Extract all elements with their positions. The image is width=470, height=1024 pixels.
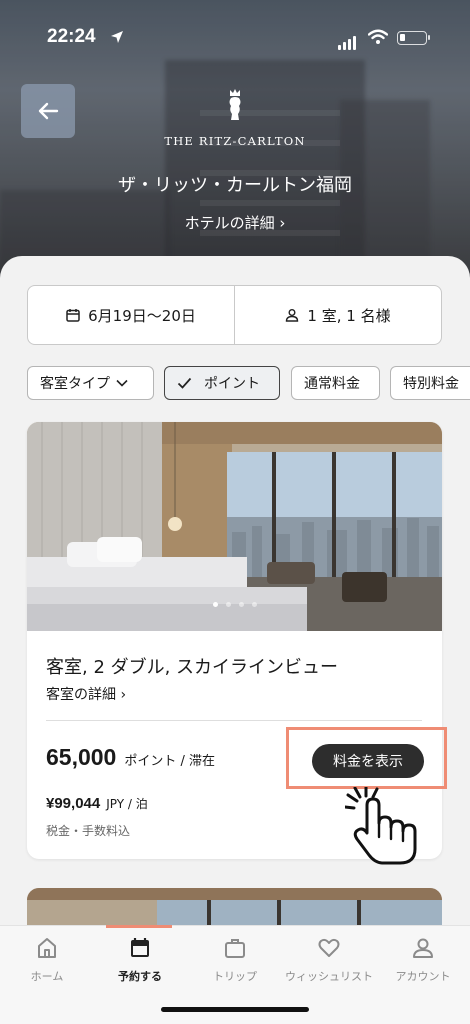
guest-selector[interactable]: 1 室, 1 名様 [234,286,441,344]
tab-label: ホーム [30,970,64,983]
tab-label: ウィッシュリスト [285,970,373,983]
checkmark-icon [177,377,192,389]
brand-logo: THE RITZ-CARLTON [150,88,320,148]
tab-account[interactable]: アカウント [376,936,470,984]
filter-standard-rate[interactable]: 通常料金 [291,366,380,400]
tax-note: 税金・手数料込 [46,824,131,838]
tab-label: 予約する [118,970,162,983]
points-unit: ポイント / 滞在 [124,754,216,769]
status-time: 22:24 [47,26,96,47]
tab-trips[interactable]: トリップ [188,936,282,984]
cash-value: ¥99,044 [46,795,101,812]
hotel-name: ザ・リッツ・カールトン福岡 [118,175,352,196]
chevron-down-icon [116,379,128,387]
tab-label: アカウント [395,970,451,983]
dates-label: 6月19日〜20日 [88,306,196,325]
filter-label: 特別料金 [403,376,459,392]
points-price: 65,000 ポイント / 滞在 [46,744,215,771]
status-bar: 22:24 [0,26,470,52]
home-icon [38,938,56,958]
calendar-icon [131,938,149,957]
home-indicator[interactable] [161,1007,309,1012]
wifi-icon [368,29,388,44]
filter-room-type[interactable]: 客室タイプ [27,366,154,400]
filter-chips: 客室タイプ ポイント 通常料金 特別料金 [27,366,470,402]
lion-crest-icon [229,89,241,120]
arrow-left-icon [38,102,59,120]
guests-label: 1 室, 1 名様 [307,306,391,325]
tab-home[interactable]: ホーム [0,936,94,984]
tap-hand-icon [345,787,417,865]
filter-label: 客室タイプ [40,376,110,392]
filter-points[interactable]: ポイント [164,366,280,400]
heart-icon [318,938,340,957]
filter-special-rate[interactable]: 特別料金 [390,366,470,400]
room-details-link[interactable]: 客室の詳細 › [46,684,126,704]
date-selector[interactable]: 6月19日〜20日 [28,286,234,344]
tab-book[interactable]: 予約する [93,936,187,984]
highlight-callout [286,727,447,789]
cellular-signal-icon [338,31,358,50]
person-icon [286,309,299,322]
tab-label: トリップ [213,970,257,983]
points-value: 65,000 [46,744,117,770]
active-tab-indicator [106,925,172,928]
divider [46,720,422,721]
calendar-icon [66,309,80,322]
booking-search-bar: 6月19日〜20日 1 室, 1 名様 [27,285,442,345]
filter-label: 通常料金 [304,376,360,392]
tab-wishlist[interactable]: ウィッシュリスト [282,936,376,984]
battery-icon [397,31,430,45]
filter-label: ポイント [204,376,260,392]
location-arrow-icon [111,31,123,43]
room-photo[interactable] [27,422,442,631]
cash-price: ¥99,044 JPY / 泊 [46,795,148,812]
cash-unit: JPY / 泊 [106,797,148,811]
back-button[interactable] [21,84,75,138]
hotel-details-link[interactable]: ホテルの詳細 › [0,212,470,233]
suitcase-icon [225,939,245,958]
photo-pagination [27,592,442,611]
brand-name: THE RITZ-CARLTON [164,134,306,148]
person-icon [413,938,433,958]
room-title: 客室, 2 ダブル, スカイラインビュー [46,657,339,678]
